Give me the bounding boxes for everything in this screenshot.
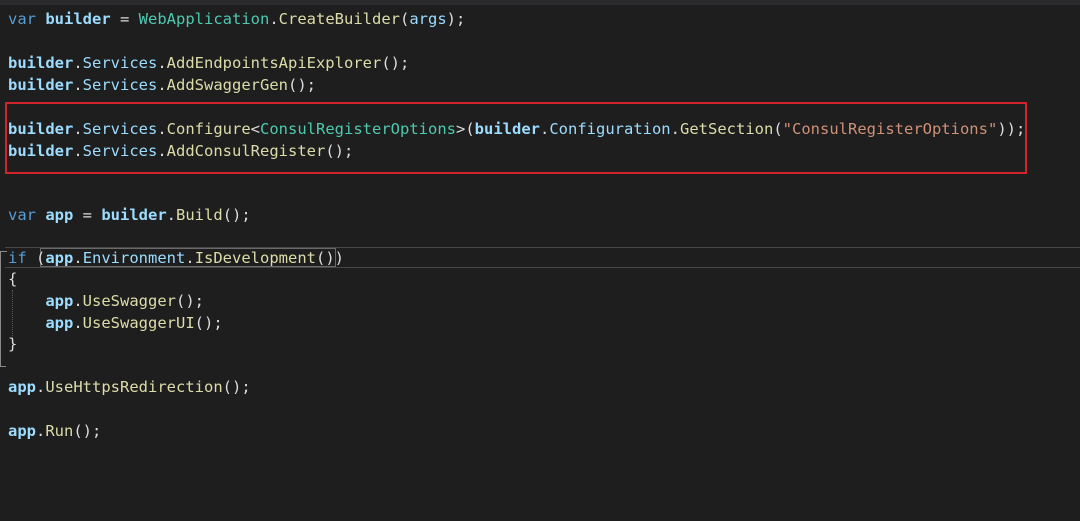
code-line-18[interactable]: app.UseHttpsRedirection(); xyxy=(8,376,251,398)
code-token: app xyxy=(45,292,74,310)
code-token: builder xyxy=(8,76,74,94)
code-token: (); xyxy=(325,142,354,160)
code-token: Environment xyxy=(82,249,186,267)
code-token: . xyxy=(269,10,279,28)
code-token: = xyxy=(110,10,139,28)
code-editor[interactable]: var builder = WebApplication.CreateBuild… xyxy=(0,0,1080,521)
fold-collapse-icon[interactable] xyxy=(0,251,7,263)
code-token: Services xyxy=(82,76,158,94)
code-token: UseHttpsRedirection xyxy=(45,378,223,396)
code-token: AddConsulRegister xyxy=(166,142,326,160)
editor-top-edge xyxy=(0,0,1080,5)
code-token: app xyxy=(45,249,74,267)
code-token: . xyxy=(73,314,83,332)
code-token: app xyxy=(45,314,74,332)
code-token: builder xyxy=(474,120,540,138)
code-token: AddEndpointsApiExplorer xyxy=(166,54,382,72)
code-token: (); xyxy=(381,54,410,72)
code-token: app xyxy=(8,378,36,396)
code-token: = xyxy=(73,206,102,224)
code-token: . xyxy=(73,120,83,138)
code-token: . xyxy=(73,76,83,94)
code-token: Services xyxy=(82,54,158,72)
code-token: ); xyxy=(446,10,466,28)
code-line-13[interactable]: { xyxy=(8,268,17,290)
code-token: >( xyxy=(455,120,475,138)
code-token: . xyxy=(73,292,83,310)
code-token: < xyxy=(250,120,261,138)
code-token: ( xyxy=(26,249,46,267)
code-token: . xyxy=(185,249,195,267)
code-token: Run xyxy=(45,422,74,440)
code-token: (); xyxy=(222,378,251,396)
code-token: args xyxy=(409,10,447,28)
code-token: builder xyxy=(101,206,167,224)
code-token: . xyxy=(73,142,83,160)
code-token: builder xyxy=(45,10,111,28)
code-token: Build xyxy=(176,206,223,224)
code-token: builder xyxy=(8,54,74,72)
code-token: . xyxy=(157,76,167,94)
code-token: (); xyxy=(288,76,316,94)
code-line-15[interactable]: app.UseSwaggerUI(); xyxy=(8,312,223,334)
code-token: ( xyxy=(400,10,410,28)
code-token: . xyxy=(670,120,680,138)
code-token: . xyxy=(73,54,83,72)
code-token: Services xyxy=(82,142,158,160)
code-line-16[interactable]: } xyxy=(8,333,17,355)
code-token: CreateBuilder xyxy=(278,10,400,28)
code-token: . xyxy=(539,120,550,138)
code-token: app xyxy=(45,206,74,224)
code-token: . xyxy=(157,120,167,138)
code-token: } xyxy=(8,335,18,353)
code-token: WebApplication xyxy=(138,10,270,28)
code-token: UseSwaggerUI xyxy=(82,314,195,332)
code-token: var xyxy=(8,206,36,224)
code-line-14[interactable]: app.UseSwagger(); xyxy=(8,290,204,312)
code-token: Configuration xyxy=(549,120,671,138)
code-token: (); xyxy=(176,292,204,310)
code-token: )); xyxy=(997,120,1026,138)
code-token: { xyxy=(8,270,18,288)
code-line-1[interactable]: var builder = WebApplication.CreateBuild… xyxy=(8,8,465,30)
fold-range-end xyxy=(0,366,6,367)
code-line-12[interactable]: if (app.Environment.IsDevelopment()) xyxy=(8,247,344,269)
code-token: . xyxy=(166,206,177,224)
code-token: . xyxy=(36,378,46,396)
code-line-4[interactable]: builder.Services.AddSwaggerGen(); xyxy=(8,74,316,96)
code-token: app xyxy=(8,422,36,440)
code-token: builder xyxy=(8,120,74,138)
code-line-6[interactable]: builder.Services.Configure<ConsulRegiste… xyxy=(8,118,1025,140)
code-token: . xyxy=(157,142,167,160)
code-token: if xyxy=(8,249,27,267)
code-token: (); xyxy=(222,206,251,224)
fold-range-line xyxy=(0,263,1,367)
code-token: GetSection xyxy=(680,120,774,138)
code-token: "ConsulRegisterOptions" xyxy=(782,120,998,138)
code-token: . xyxy=(157,54,167,72)
code-token: . xyxy=(73,249,83,267)
code-token: ( xyxy=(773,120,783,138)
code-token: (); xyxy=(73,422,102,440)
code-line-3[interactable]: builder.Services.AddEndpointsApiExplorer… xyxy=(8,52,409,74)
code-token: IsDevelopment xyxy=(194,249,317,267)
code-token: (); xyxy=(194,314,223,332)
code-token: Services xyxy=(82,120,158,138)
code-line-20[interactable]: app.Run(); xyxy=(8,420,101,442)
code-token: ConsulRegisterOptions xyxy=(260,120,456,138)
code-line-7[interactable]: builder.Services.AddConsulRegister(); xyxy=(8,140,353,162)
code-line-10[interactable]: var app = builder.Build(); xyxy=(8,204,251,226)
code-token: . xyxy=(36,422,46,440)
code-token: builder xyxy=(8,142,74,160)
code-token: AddSwaggerGen xyxy=(166,76,288,94)
code-token: Configure xyxy=(166,120,251,138)
code-token: var xyxy=(8,10,36,28)
code-token: UseSwagger xyxy=(82,292,176,310)
code-token: ()) xyxy=(316,249,345,267)
